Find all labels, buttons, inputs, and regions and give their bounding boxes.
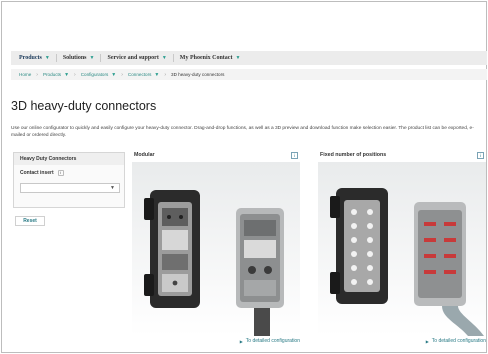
breadcrumb-configurators[interactable]: Configurators ▼	[81, 72, 117, 78]
card-fixed-number-of-positions: Fixed number of positions i ▶ To detaile…	[318, 152, 486, 348]
modular-connector-illustration	[144, 190, 284, 336]
contact-insert-select[interactable]: ▼	[20, 183, 120, 193]
breadcrumb-products[interactable]: Products ▼	[43, 72, 69, 78]
nav-item-label: My Phoenix Contact	[179, 55, 233, 61]
nav-item-service-and-support[interactable]: Service and support ▼	[107, 55, 166, 61]
chevron-down-icon: ▼	[161, 55, 167, 61]
nav-item-products[interactable]: Products ▼	[19, 55, 50, 61]
chevron-down-icon: ▼	[89, 55, 95, 61]
breadcrumb-connectors[interactable]: Connectors ▼	[128, 72, 159, 78]
detailed-configuration-link-modular[interactable]: ▶ To detailed configuration	[240, 338, 300, 344]
nav-item-solutions[interactable]: Solutions ▼	[63, 55, 95, 61]
contact-insert-label: Contact insert	[20, 170, 54, 176]
breadcrumb-separator-icon: ›	[121, 71, 123, 78]
chevron-down-icon: ▼	[111, 71, 117, 78]
breadcrumb-label: Home	[19, 72, 32, 77]
breadcrumb-label: 3D heavy-duty connectors	[171, 72, 225, 77]
module-shape	[244, 240, 276, 258]
breadcrumb-separator-icon: ›	[164, 71, 167, 78]
nav-divider	[172, 54, 174, 62]
nav-divider	[100, 54, 102, 62]
contact-pin-shape	[167, 215, 171, 219]
breadcrumb-label: Products	[42, 72, 62, 77]
filter-panel: Heavy Duty Connectors Contact insert i ▼	[13, 152, 125, 208]
link-label: To detailed configuration	[431, 338, 486, 344]
breadcrumb-label: Configurators	[80, 72, 109, 77]
top-navigation: Products ▼ Solutions ▼ Service and suppo…	[11, 51, 487, 65]
insert-frame-shape	[344, 200, 380, 292]
chevron-down-icon: ▼	[44, 55, 50, 61]
cable-shape	[254, 308, 270, 336]
intro-text: Use our online configurator to quickly a…	[11, 126, 474, 138]
card-title: Modular	[134, 152, 155, 158]
card-title: Fixed number of positions	[320, 152, 387, 158]
breadcrumb-separator-icon: ›	[74, 71, 76, 78]
breadcrumb-separator-icon: ›	[36, 71, 38, 78]
breadcrumb-home[interactable]: Home	[19, 72, 31, 77]
module-shape	[244, 220, 276, 236]
chevron-down-icon: ▼	[110, 185, 115, 191]
module-shape	[162, 254, 188, 270]
link-label: To detailed configuration	[245, 338, 300, 344]
locking-lever-shape	[144, 198, 154, 220]
filter-heading: Heavy Duty Connectors	[14, 153, 124, 165]
contact-pin-shape	[264, 266, 272, 274]
page-title: 3D heavy-duty connectors	[11, 99, 157, 113]
play-arrow-icon: ▶	[425, 338, 429, 344]
contact-pin-shape	[248, 266, 256, 274]
modular-connector-image[interactable]	[132, 162, 300, 336]
module-shape	[162, 208, 188, 226]
reset-button[interactable]: Reset	[15, 216, 45, 226]
locking-lever-shape	[144, 274, 154, 296]
module-shape	[244, 280, 276, 296]
nav-item-label: Solutions	[62, 55, 87, 61]
fixed-connector-illustration	[330, 188, 484, 336]
contact-pin-shape	[179, 215, 183, 219]
fixed-connector-image[interactable]	[318, 162, 486, 336]
info-icon[interactable]: i	[291, 152, 298, 159]
chevron-down-icon: ▼	[235, 55, 241, 61]
play-arrow-icon: ▶	[239, 338, 243, 344]
nav-item-my-phoenix-contact[interactable]: My Phoenix Contact ▼	[180, 55, 241, 61]
module-shape	[162, 230, 188, 250]
breadcrumb-label: Connectors	[127, 72, 152, 77]
locking-lever-shape	[330, 272, 340, 294]
breadcrumb: Home › Products ▼ › Configurators ▼ › Co…	[11, 69, 487, 80]
breadcrumb-current: 3D heavy-duty connectors	[171, 72, 224, 77]
contact-insert-label-row: Contact insert i	[20, 170, 124, 176]
chevron-down-icon: ▼	[154, 71, 160, 78]
card-modular: Modular i ▶ To detailed configuration	[132, 152, 300, 348]
chevron-down-icon: ▼	[64, 71, 70, 78]
info-icon[interactable]: i	[477, 152, 484, 159]
info-icon[interactable]: i	[57, 170, 64, 176]
locking-lever-shape	[330, 196, 340, 218]
nav-divider	[55, 54, 57, 62]
detailed-configuration-link-fixed[interactable]: ▶ To detailed configuration	[426, 338, 486, 344]
nav-item-label: Service and support	[107, 55, 159, 61]
cable-shape	[442, 306, 484, 336]
nav-item-label: Products	[19, 55, 42, 61]
contact-pin-shape	[172, 280, 178, 286]
